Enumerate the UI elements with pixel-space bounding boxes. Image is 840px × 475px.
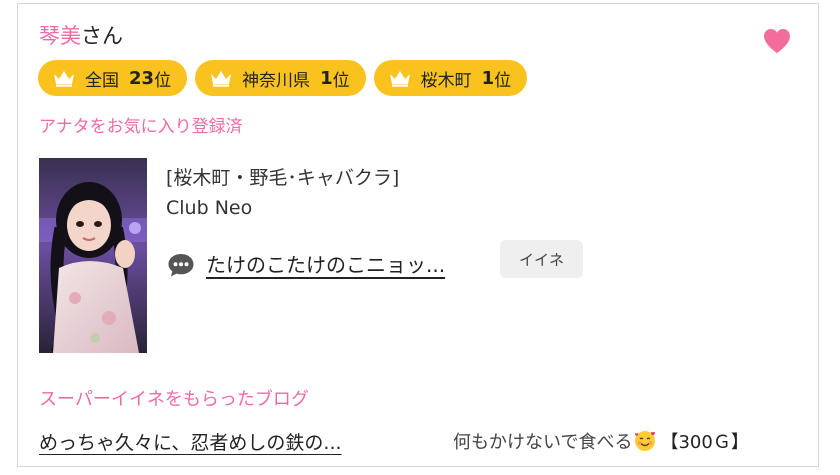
shop-category[interactable]: [桜木町・野毛･キャバクラ] xyxy=(166,163,399,190)
name-suffix: さん xyxy=(81,24,123,48)
badge-unit: 位 xyxy=(494,70,512,91)
name-text: 琴美 xyxy=(39,24,81,48)
latest-blog-link[interactable]: たけのこたけのこニョッ... xyxy=(206,249,445,278)
super-iine-blog-link[interactable]: めっちゃ久々に、忍者めしの鉄の... xyxy=(39,428,342,455)
badge-label: 神奈川県 xyxy=(242,70,311,91)
badge-unit: 位 xyxy=(332,70,350,91)
badge-label: 全国 xyxy=(85,70,119,91)
profile-photo[interactable] xyxy=(39,158,147,353)
smiling-face-with-hearts-icon xyxy=(635,431,656,451)
shop-name[interactable]: Club Neo xyxy=(166,197,252,219)
favorite-status: アナタをお気に入り登録済 xyxy=(39,117,243,137)
badge-area[interactable]: 桜木町 1位 xyxy=(373,60,528,96)
super-iine-comment: 何もかけないで食べる 【300Ｇ】 xyxy=(453,428,749,454)
badge-unit: 位 xyxy=(154,70,172,91)
chat-bubble-icon xyxy=(168,254,194,277)
comment-text: 何もかけないで食べる xyxy=(453,432,633,453)
crown-icon xyxy=(54,71,74,87)
heart-icon[interactable] xyxy=(762,27,792,55)
badge-national[interactable]: 全国 23 位 xyxy=(38,60,188,96)
badge-rank: 1 xyxy=(320,67,333,89)
crown-icon xyxy=(389,71,410,87)
profile-name[interactable]: 琴美さん xyxy=(39,22,123,50)
badge-label: 桜木町 xyxy=(420,70,472,91)
ranking-badges: 全国 23 位 神奈川県 1位 桜木町 1位 xyxy=(38,60,528,96)
super-iine-section-title: スーパーイイネをもらったブログ xyxy=(39,389,309,410)
badge-prefecture[interactable]: 神奈川県 1位 xyxy=(195,60,366,96)
crown-icon xyxy=(211,71,232,87)
badge-rank: 23 xyxy=(129,67,155,89)
profile-photo-art xyxy=(39,158,147,353)
badge-rank: 1 xyxy=(481,67,495,89)
iine-button[interactable]: イイネ xyxy=(500,240,583,278)
price-text: 【300Ｇ】 xyxy=(660,432,749,453)
